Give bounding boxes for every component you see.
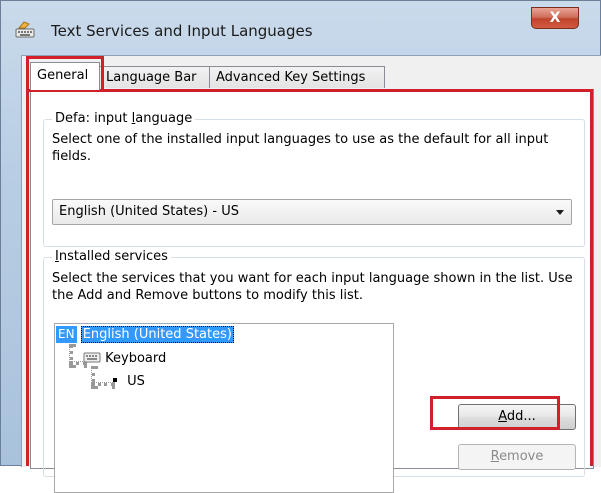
tab-general[interactable]: General <box>30 62 100 90</box>
language-code-badge: EN <box>56 326 77 343</box>
dialog-window: Text Services and Input Languages X Gene… <box>0 0 601 493</box>
installed-services-tree[interactable]: EN English (United States) Keyboard US <box>54 323 394 493</box>
tree-item-us-label: US <box>127 374 145 389</box>
window-title: Text Services and Input Languages <box>51 22 313 40</box>
title-bar[interactable]: Text Services and Input Languages X <box>1 1 600 45</box>
default-input-language-description: Select one of the installed input langua… <box>52 132 549 164</box>
keyboard-app-icon <box>15 21 35 39</box>
remove-button[interactable]: Remove <box>458 444 576 470</box>
tree-connector-line <box>91 382 115 386</box>
general-tab-panel: Defa: input language Select one of the i… <box>30 89 594 493</box>
close-button[interactable]: X <box>531 7 579 29</box>
chevron-down-icon[interactable] <box>556 210 564 215</box>
dialog-client-area: General Language Bar Advanced Key Settin… <box>21 55 601 493</box>
close-icon: X <box>549 10 561 26</box>
installed-services-group: Installed services Select the services t… <box>43 249 585 493</box>
default-language-dropdown[interactable]: English (United States) - US <box>52 199 572 225</box>
tree-item-keyboard-label: Keyboard <box>105 351 167 366</box>
installed-services-description: Select the services that you want for ea… <box>52 271 573 303</box>
installed-services-legend: Installed services <box>52 249 171 264</box>
tree-item-us-layout[interactable]: US <box>113 373 145 390</box>
tree-item-english-united-states[interactable]: EN English (United States) <box>56 326 234 343</box>
tree-item-keyboard[interactable]: Keyboard <box>83 350 166 369</box>
tree-item-language-label: English (United States) <box>80 326 234 343</box>
default-input-language-legend: Defa: input language <box>52 111 196 126</box>
add-button[interactable]: Add... <box>458 404 576 430</box>
tab-language-bar[interactable]: Language Bar <box>99 66 210 88</box>
bullet-icon <box>113 378 117 382</box>
default-language-value: English (United States) - US <box>59 204 239 219</box>
tab-advanced-key-settings[interactable]: Advanced Key Settings <box>209 66 385 88</box>
default-input-language-group: Defa: input language Select one of the i… <box>43 111 585 247</box>
